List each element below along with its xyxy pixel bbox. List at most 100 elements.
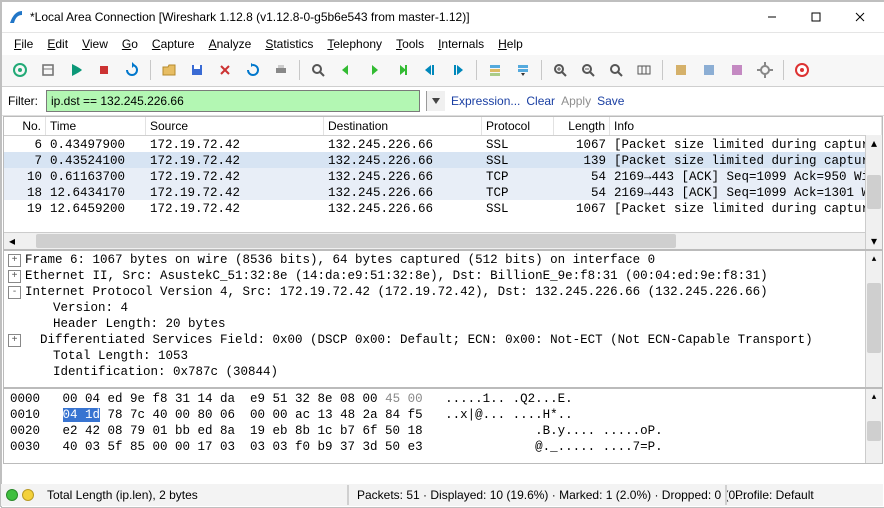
tree-expander-icon[interactable]: +: [8, 270, 21, 283]
capture-filters-icon[interactable]: [668, 58, 694, 82]
packet-row[interactable]: 1812.6434170172.19.72.42132.245.226.66TC…: [4, 184, 882, 200]
menu-help[interactable]: Help: [492, 35, 529, 53]
zoom-in-icon[interactable]: [547, 58, 573, 82]
status-profile[interactable]: Profile: Default: [725, 485, 883, 505]
scroll-thumb[interactable]: [867, 283, 881, 353]
title-bar: *Local Area Connection [Wireshark 1.12.8…: [2, 2, 884, 33]
save-button[interactable]: Save: [597, 94, 624, 108]
hex-line[interactable]: 0010 04 1d 78 7c 40 00 80 06 00 00 ac 13…: [10, 407, 876, 423]
capture-comment-icon[interactable]: [22, 489, 34, 501]
scroll-down-icon[interactable]: ▾: [866, 233, 882, 249]
scroll-thumb[interactable]: [867, 421, 881, 441]
hex-line[interactable]: 0020 e2 42 08 79 01 bb ed 8a 19 eb 8b 1c…: [10, 423, 876, 439]
scroll-up-icon[interactable]: ▴: [866, 389, 882, 405]
packet-bytes-pane[interactable]: 0000 00 04 ed 9e f8 31 14 da e9 51 32 8e…: [3, 388, 883, 464]
help-icon[interactable]: [789, 58, 815, 82]
hex-line[interactable]: 0030 40 03 5f 85 00 00 17 03 03 03 f0 b9…: [10, 439, 876, 455]
details-line[interactable]: Identification: 0x787c (30844): [8, 365, 878, 381]
scroll-left-icon[interactable]: ◂: [4, 233, 20, 249]
restart-icon[interactable]: [119, 58, 145, 82]
menu-file[interactable]: File: [8, 35, 39, 53]
prefs-icon[interactable]: [752, 58, 778, 82]
maximize-button[interactable]: [794, 3, 838, 31]
col-proto[interactable]: Protocol: [482, 117, 554, 135]
tree-expander-icon[interactable]: -: [8, 286, 21, 299]
colorize-icon[interactable]: [482, 58, 508, 82]
packet-row[interactable]: 70.43524100172.19.72.42132.245.226.66SSL…: [4, 152, 882, 168]
zoom-100-icon[interactable]: [603, 58, 629, 82]
packet-row[interactable]: 100.61163700172.19.72.42132.245.226.66TC…: [4, 168, 882, 184]
col-dst[interactable]: Destination: [324, 117, 482, 135]
status-bar: Total Length (ip.len), 2 bytes Packets: …: [1, 484, 883, 506]
scroll-thumb-x[interactable]: [36, 234, 676, 248]
details-line[interactable]: + Differentiated Services Field: 0x00 (D…: [8, 333, 878, 349]
col-info[interactable]: Info: [610, 117, 882, 135]
stop-icon[interactable]: [91, 58, 117, 82]
find-icon[interactable]: [305, 58, 331, 82]
packet-row[interactable]: 1912.6459200172.19.72.42132.245.226.66SS…: [4, 200, 882, 216]
open-icon[interactable]: [156, 58, 182, 82]
interfaces-icon[interactable]: [7, 58, 33, 82]
details-line[interactable]: +Frame 6: 1067 bytes on wire (8536 bits)…: [8, 253, 878, 269]
back-icon[interactable]: [333, 58, 359, 82]
menu-bar: FileEditViewGoCaptureAnalyzeStatisticsTe…: [2, 33, 884, 55]
menu-view[interactable]: View: [76, 35, 114, 53]
zoom-out-icon[interactable]: [575, 58, 601, 82]
packet-list-header[interactable]: No. Time Source Destination Protocol Len…: [4, 117, 882, 136]
scroll-up-icon[interactable]: ▴: [866, 251, 882, 267]
save-icon[interactable]: [184, 58, 210, 82]
start-icon[interactable]: [63, 58, 89, 82]
details-vscroll[interactable]: ▴: [865, 251, 882, 387]
expression-button[interactable]: Expression...: [451, 94, 520, 108]
resize-cols-icon[interactable]: [631, 58, 657, 82]
filter-dropdown-button[interactable]: [426, 91, 445, 111]
packet-list-vscroll[interactable]: ▴ ▾: [865, 135, 882, 249]
print-icon[interactable]: [268, 58, 294, 82]
display-filters-icon[interactable]: [696, 58, 722, 82]
close-icon[interactable]: [212, 58, 238, 82]
apply-button[interactable]: Apply: [561, 94, 591, 108]
packet-row[interactable]: 60.43497900172.19.72.42132.245.226.66SSL…: [4, 136, 882, 152]
filter-label: Filter:: [8, 94, 40, 108]
menu-internals[interactable]: Internals: [432, 35, 490, 53]
menu-edit[interactable]: Edit: [41, 35, 74, 53]
close-button[interactable]: [838, 3, 882, 31]
filter-input[interactable]: [47, 92, 419, 110]
menu-tools[interactable]: Tools: [390, 35, 430, 53]
tree-expander-icon[interactable]: +: [8, 254, 21, 267]
menu-telephony[interactable]: Telephony: [321, 35, 388, 53]
scroll-up-icon[interactable]: ▴: [866, 135, 882, 151]
col-no[interactable]: No.: [4, 117, 46, 135]
details-line[interactable]: Version: 4: [8, 301, 878, 317]
details-line[interactable]: Header Length: 20 bytes: [8, 317, 878, 333]
scroll-thumb[interactable]: [867, 175, 881, 209]
packet-list-hscroll[interactable]: ◂ ▸: [4, 232, 882, 249]
clear-button[interactable]: Clear: [526, 94, 555, 108]
details-line[interactable]: +Ethernet II, Src: AsustekC_51:32:8e (14…: [8, 269, 878, 285]
minimize-button[interactable]: [750, 3, 794, 31]
col-len[interactable]: Length: [554, 117, 610, 135]
last-icon[interactable]: [445, 58, 471, 82]
col-src[interactable]: Source: [146, 117, 324, 135]
goto-icon[interactable]: [389, 58, 415, 82]
hex-line[interactable]: 0000 00 04 ed 9e f8 31 14 da e9 51 32 8e…: [10, 391, 876, 407]
tree-expander-icon[interactable]: +: [8, 334, 21, 347]
menu-go[interactable]: Go: [116, 35, 144, 53]
details-line[interactable]: -Internet Protocol Version 4, Src: 172.1…: [8, 285, 878, 301]
col-time[interactable]: Time: [46, 117, 146, 135]
forward-icon[interactable]: [361, 58, 387, 82]
first-icon[interactable]: [417, 58, 443, 82]
packet-details-pane[interactable]: +Frame 6: 1067 bytes on wire (8536 bits)…: [3, 250, 883, 388]
app-fin-icon: [8, 9, 24, 25]
menu-statistics[interactable]: Statistics: [259, 35, 319, 53]
packet-list-pane[interactable]: No. Time Source Destination Protocol Len…: [3, 116, 883, 250]
expert-info-icon[interactable]: [6, 489, 18, 501]
hex-vscroll[interactable]: ▴: [865, 389, 882, 463]
coloring-rules-icon[interactable]: [724, 58, 750, 82]
options-icon[interactable]: [35, 58, 61, 82]
autoscroll-icon[interactable]: [510, 58, 536, 82]
reload-icon[interactable]: [240, 58, 266, 82]
menu-analyze[interactable]: Analyze: [203, 35, 258, 53]
details-line[interactable]: Total Length: 1053: [8, 349, 878, 365]
menu-capture[interactable]: Capture: [146, 35, 201, 53]
